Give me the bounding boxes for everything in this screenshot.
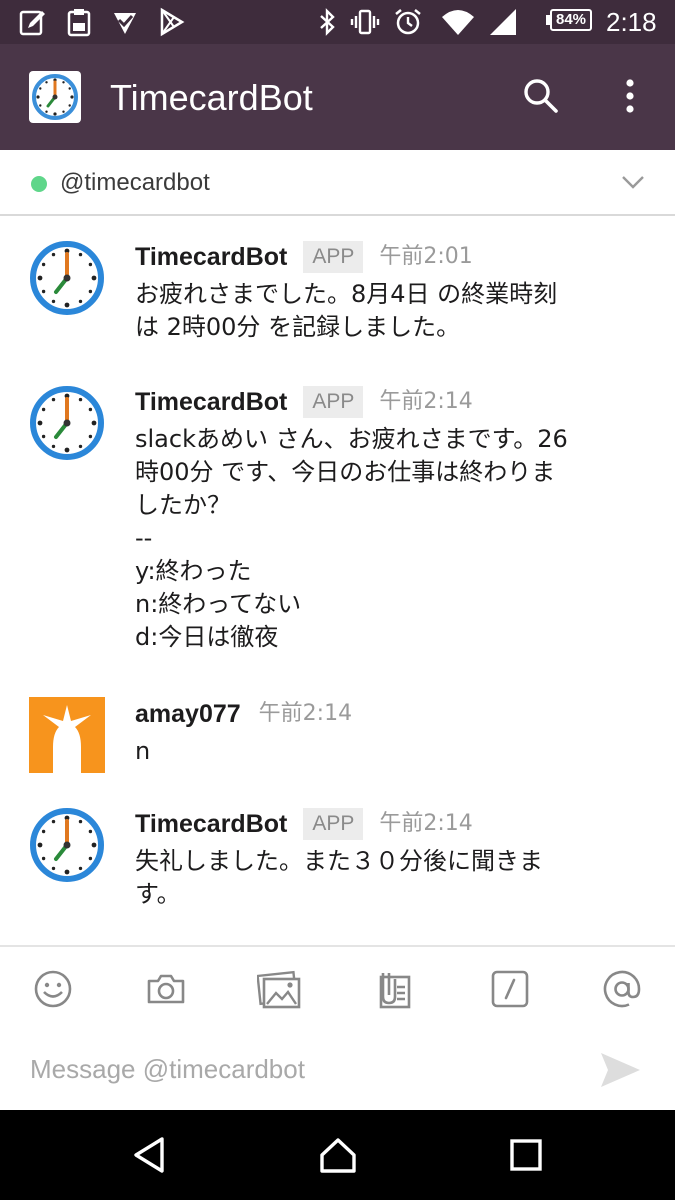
status-time: 2:18 [606, 7, 657, 37]
check-download-icon [110, 7, 140, 37]
clock-icon[interactable] [29, 385, 105, 461]
message-line: す。 [135, 880, 181, 908]
mention-icon[interactable] [600, 967, 644, 1011]
clock-icon[interactable] [29, 240, 105, 316]
edit-note-icon [18, 7, 48, 37]
message-line: お疲れさまでした。8月4日 の終業時刻 [135, 280, 558, 308]
battery-level: 84% [555, 11, 587, 28]
battery-indicator: 84% [546, 9, 594, 33]
play-store-icon [156, 7, 186, 37]
file-icon[interactable] [373, 967, 417, 1011]
message-line: y:終わった [135, 557, 252, 585]
search-icon[interactable] [520, 76, 560, 116]
home-icon[interactable] [318, 1135, 358, 1175]
message-line: 失礼しました。また３０分後に聞きま [135, 847, 543, 875]
message-line: slackあめい さん、お疲れさまです。26 [135, 425, 568, 453]
message-line: d:今日は徹夜 [135, 623, 279, 651]
message-time: 午前2:14 [379, 389, 473, 414]
message-input[interactable] [30, 1047, 570, 1091]
user-avatar[interactable] [29, 697, 105, 773]
presence-indicator [31, 176, 47, 192]
app-badge: APP [303, 386, 364, 418]
clock-icon[interactable] [29, 807, 105, 883]
sender-name[interactable]: TimecardBot [135, 385, 287, 419]
app-bar: TimecardBot [0, 44, 675, 150]
wifi-icon [440, 7, 476, 37]
app-badge: APP [303, 808, 364, 840]
message-line: n:終わってない [135, 590, 302, 618]
sender-name[interactable]: TimecardBot [135, 240, 287, 274]
message-time: 午前2:14 [379, 811, 473, 836]
app-title: TimecardBot [110, 77, 313, 118]
message-line: は 2時00分 を記録しました。 [135, 313, 461, 341]
message-text: 失礼しました。また３０分後に聞きま す。 [135, 845, 645, 911]
chevron-down-icon[interactable] [620, 172, 646, 192]
composer [0, 945, 675, 1110]
gallery-icon[interactable] [257, 967, 301, 1011]
bluetooth-icon [312, 7, 342, 37]
clipboard-icon [64, 7, 94, 37]
alarm-icon [393, 7, 423, 37]
app-badge: APP [303, 241, 364, 273]
clock-icon [29, 71, 81, 123]
message-time: 午前2:01 [379, 244, 473, 269]
signal-icon [488, 7, 518, 37]
message-line: 時00分 です、今日のお仕事は終わりま [135, 458, 556, 486]
status-bar: 84% 2:18 [0, 0, 675, 44]
vibrate-icon [350, 7, 380, 37]
camera-icon[interactable] [144, 967, 188, 1011]
sender-name[interactable]: amay077 [135, 697, 241, 731]
more-vert-icon[interactable] [612, 76, 648, 116]
recents-icon[interactable] [506, 1135, 546, 1175]
back-icon[interactable] [130, 1135, 170, 1175]
message-line: -- [135, 524, 153, 552]
message-line: n [135, 737, 151, 765]
message-text: n [135, 735, 645, 768]
send-icon[interactable] [598, 1050, 642, 1090]
system-nav-bar [0, 1110, 675, 1200]
emoji-icon[interactable] [31, 967, 75, 1011]
message-text: お疲れさまでした。8月4日 の終業時刻 は 2時00分 を記録しました。 [135, 278, 645, 344]
slash-command-icon[interactable] [488, 967, 532, 1011]
message-line: したか？ [135, 491, 231, 519]
message-text: slackあめい さん、お疲れさまです。26 時00分 です、今日のお仕事は終わ… [135, 423, 645, 654]
channel-header[interactable]: @timecardbot [0, 150, 675, 216]
channel-name: @timecardbot [60, 169, 210, 196]
sender-name[interactable]: TimecardBot [135, 807, 287, 841]
message-time: 午前2:14 [258, 701, 353, 726]
